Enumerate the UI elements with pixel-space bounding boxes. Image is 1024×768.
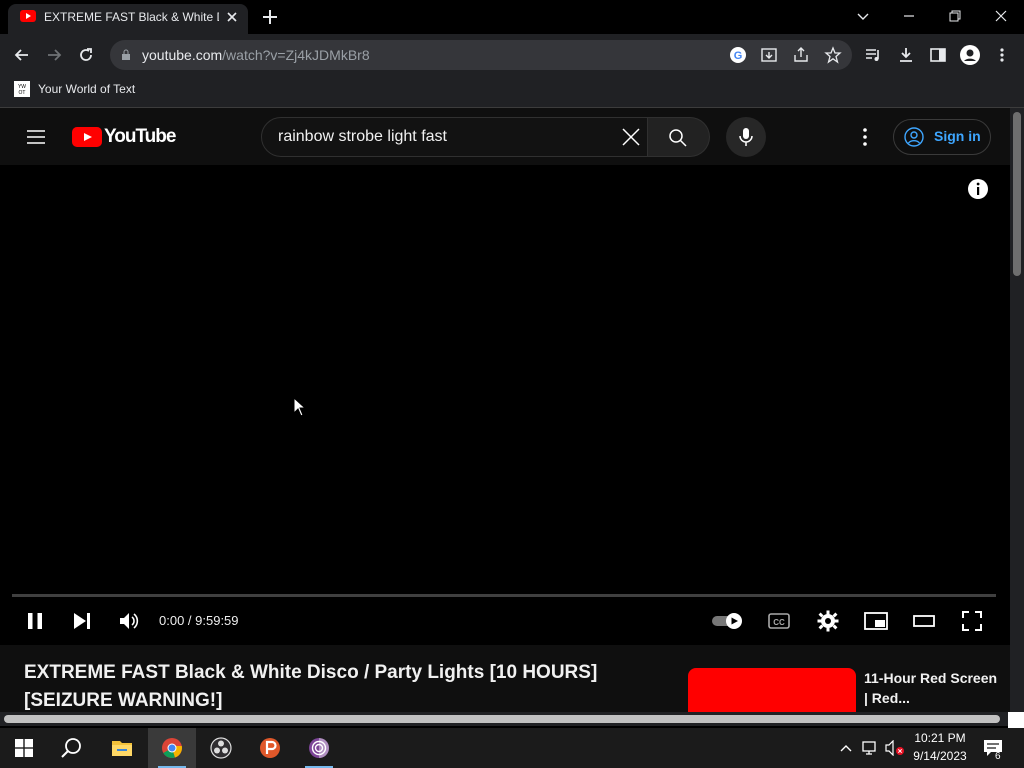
theater-mode-icon[interactable]: [913, 610, 935, 632]
url-text[interactable]: youtube.com/watch?v=Zj4kJDMkBr8: [142, 47, 370, 63]
chrome-menu-icon[interactable]: [994, 46, 1010, 64]
search-query-text[interactable]: rainbow strobe light fast: [278, 128, 447, 146]
mouse-cursor-icon: [293, 397, 307, 417]
miniplayer-icon[interactable]: [864, 610, 888, 632]
search-icon: [669, 129, 687, 147]
subtitles-icon[interactable]: CC: [768, 610, 790, 632]
chrome-icon: [162, 738, 182, 758]
windows-start-icon[interactable]: [15, 739, 33, 757]
search-taskbar-icon[interactable]: [61, 737, 83, 759]
tab-search-icon[interactable]: [853, 6, 873, 26]
autoplay-toggle-icon[interactable]: [710, 610, 746, 632]
network-icon[interactable]: [862, 740, 880, 756]
close-tab-icon[interactable]: [224, 9, 240, 25]
bookmark-your-world-of-text[interactable]: Your World of Text: [38, 82, 135, 96]
clock-date[interactable]: 9/14/2023: [905, 749, 975, 763]
svg-text:G: G: [734, 50, 743, 62]
google-lens-icon[interactable]: G: [729, 46, 747, 64]
back-icon[interactable]: [12, 45, 32, 65]
scrollbar-corner: [1008, 712, 1024, 728]
settings-gear-icon[interactable]: [817, 610, 839, 632]
recommended-video-thumbnail[interactable]: [688, 668, 856, 713]
reload-icon[interactable]: [76, 45, 96, 65]
bookmark-star-icon[interactable]: [824, 46, 842, 64]
lock-icon[interactable]: [120, 49, 132, 61]
taskbar-obs[interactable]: [197, 728, 245, 768]
info-icon[interactable]: [967, 178, 989, 200]
bookmarks-bar: [0, 76, 1024, 108]
microphone-icon: [739, 128, 753, 146]
url-host: youtube.com: [142, 47, 223, 63]
minimize-icon[interactable]: [899, 6, 919, 26]
svg-text:OT: OT: [19, 90, 26, 96]
pause-icon[interactable]: [24, 610, 46, 632]
side-panel-icon[interactable]: [929, 46, 947, 64]
progress-bar[interactable]: [12, 594, 996, 597]
close-window-icon[interactable]: [991, 6, 1011, 26]
time-display: 0:00 / 9:59:59: [159, 613, 239, 628]
svg-text:CC: CC: [773, 618, 785, 627]
youtube-favicon-icon: [20, 10, 36, 22]
install-app-icon[interactable]: [760, 46, 778, 64]
file-explorer-icon: [112, 741, 132, 756]
search-button[interactable]: [648, 117, 710, 157]
vertical-scrollbar-thumb[interactable]: [1013, 112, 1021, 276]
new-tab-icon[interactable]: [260, 7, 280, 27]
taskbar-file-explorer[interactable]: [98, 728, 146, 768]
youtube-logo-text: YouTube: [104, 126, 176, 147]
psiphon-icon: [260, 738, 280, 758]
profile-icon[interactable]: [960, 45, 980, 65]
restore-icon[interactable]: [945, 6, 965, 26]
youtube-play-logo-icon: [72, 127, 102, 147]
downloads-icon[interactable]: [897, 46, 915, 64]
recommended-video-title[interactable]: 11-Hour Red Screen | Red...: [864, 668, 1004, 708]
taskbar-psiphon[interactable]: [246, 728, 294, 768]
taskbar-chrome[interactable]: [148, 728, 196, 768]
sign-in-label[interactable]: Sign in: [934, 128, 981, 144]
video-player[interactable]: [0, 165, 1010, 645]
clock-time[interactable]: 10:21 PM: [905, 731, 975, 745]
tab-title: EXTREME FAST Black & White Di: [44, 10, 219, 24]
next-video-icon[interactable]: [71, 610, 93, 632]
clear-search-icon[interactable]: [620, 126, 642, 148]
media-controls-icon[interactable]: [864, 46, 882, 64]
url-path: /watch?v=Zj4kJDMkBr8: [222, 47, 370, 63]
more-options-icon[interactable]: [855, 126, 875, 148]
horizontal-scrollbar-thumb[interactable]: [4, 715, 1000, 723]
tor-browser-icon: [309, 738, 329, 758]
hamburger-menu-icon[interactable]: [24, 125, 48, 149]
bookmark-favicon-icon: YWOT: [14, 81, 30, 97]
obs-icon: [210, 737, 232, 759]
youtube-logo[interactable]: YouTube: [72, 126, 176, 148]
volume-muted-icon[interactable]: [885, 740, 905, 756]
volume-icon[interactable]: [118, 610, 140, 632]
voice-search-button[interactable]: [726, 117, 766, 157]
forward-icon[interactable]: [44, 45, 64, 65]
notification-count: 6: [995, 751, 1001, 762]
show-hidden-icons-icon[interactable]: [839, 741, 853, 755]
share-icon[interactable]: [792, 46, 810, 64]
account-icon: [904, 127, 924, 147]
video-title: EXTREME FAST Black & White Disco / Party…: [24, 662, 598, 711]
taskbar-tor-browser[interactable]: [295, 728, 343, 768]
fullscreen-icon[interactable]: [961, 610, 983, 632]
